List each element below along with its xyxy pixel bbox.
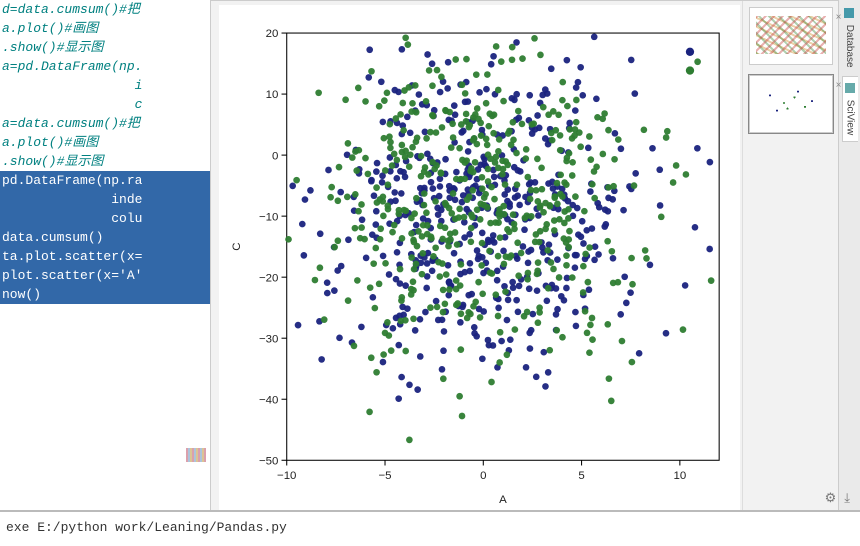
editor-minimap-marker — [186, 448, 206, 462]
console-output: exe E:/python work/Leaning/Pandas.py — [0, 512, 860, 535]
tab-label: Database — [844, 25, 855, 68]
svg-text:−30: −30 — [259, 333, 278, 345]
svg-text:0: 0 — [272, 150, 278, 162]
svg-text:0: 0 — [480, 470, 486, 482]
code-editor[interactable]: d=data.cumsum()#把a.plot()#画图.show()#显示图a… — [0, 0, 210, 510]
plot-figure[interactable]: −10−50510−50−40−30−20−1001020AC — [219, 5, 740, 520]
console-panel: ⚙ ⤓ exe E:/python work/Leaning/Pandas.py — [0, 510, 860, 546]
svg-text:A: A — [499, 494, 507, 506]
thumbnail-lines[interactable]: × — [749, 7, 833, 65]
svg-text:10: 10 — [673, 470, 686, 482]
svg-text:−40: −40 — [259, 394, 278, 406]
tab-sciview[interactable]: SciView — [842, 76, 858, 142]
database-icon — [844, 8, 854, 18]
svg-text:−50: −50 — [259, 455, 278, 467]
gear-icon[interactable]: ⚙ — [825, 490, 837, 506]
svg-text:−5: −5 — [378, 470, 391, 482]
close-icon[interactable]: × — [836, 12, 842, 23]
close-icon[interactable]: × — [836, 80, 842, 91]
tab-database[interactable]: Database — [842, 2, 857, 74]
svg-text:5: 5 — [578, 470, 584, 482]
plot-thumbnails: × × — [742, 1, 838, 528]
svg-text:20: 20 — [266, 28, 279, 40]
svg-text:−10: −10 — [259, 211, 278, 223]
svg-text:−20: −20 — [259, 272, 278, 284]
download-icon[interactable]: ⤓ — [844, 490, 850, 506]
scatter-chart: −10−50510−50−40−30−20−1001020AC — [219, 5, 740, 520]
editor-selection[interactable]: pd.DataFrame(np.ra inde coludata.cumsum(… — [0, 171, 210, 304]
svg-text:−10: −10 — [277, 470, 296, 482]
thumbnail-scatter[interactable]: × — [749, 75, 833, 133]
svg-text:10: 10 — [266, 89, 279, 101]
sciview-icon — [845, 83, 855, 93]
right-side-tabs: Database SciView — [838, 0, 860, 510]
sciview-panel: 💾 ⧉ ⊕ ⊖ ⤢ ▶ 640x480 PNG (24-bit color) 3… — [210, 0, 838, 510]
svg-text:C: C — [231, 243, 243, 251]
tab-label: SciView — [845, 99, 856, 134]
